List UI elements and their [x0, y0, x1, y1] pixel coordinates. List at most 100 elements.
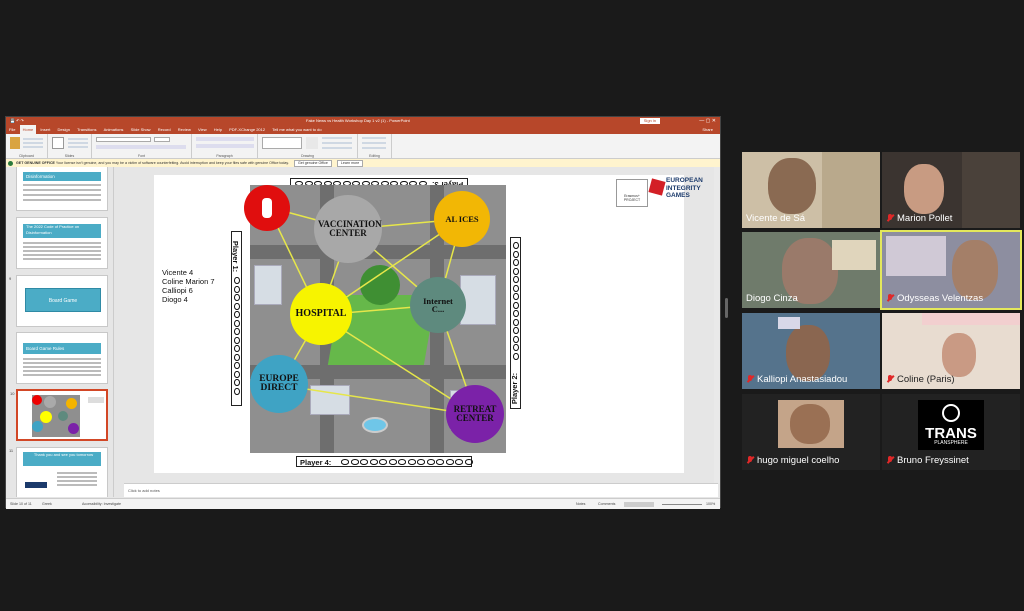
learn-more-button[interactable]: Learn more — [336, 160, 364, 167]
participant-name: Vicente de Sá — [746, 213, 805, 224]
comments-toggle[interactable]: Comments — [598, 499, 615, 510]
european-integrity-games-logo: Erasmus+ PROJECT EUROPEAN INTEGRITY GAME… — [616, 177, 703, 209]
game-node-retreat: RETREAT CENTER — [446, 385, 504, 443]
ribbon-tabs: File Home Insert Design Transitions Anim… — [6, 125, 720, 134]
tab-transitions[interactable]: Transitions — [74, 125, 99, 134]
tab-help[interactable]: Help — [211, 125, 225, 134]
participant-photo — [778, 400, 844, 448]
language-indicator[interactable]: Greek — [42, 499, 52, 510]
ribbon-group-editing[interactable]: Editing — [358, 134, 392, 159]
participant-tile[interactable]: Vicente de Sá — [742, 152, 880, 228]
logo-subtext: PLANSPHERE — [934, 440, 968, 446]
node-label: AL ICES — [445, 213, 479, 224]
genuine-office-notice: GET GENUINE OFFICE Your license isn't ge… — [6, 159, 720, 167]
game-node-internet: Internet C... — [410, 277, 466, 333]
erasmus-logo: Erasmus+ PROJECT — [616, 179, 648, 207]
player-1-track: Player 1: — [231, 231, 242, 406]
notes-pane[interactable]: Click to add notes — [124, 483, 718, 497]
participant-name: Bruno Freyssinet — [886, 455, 969, 466]
participant-tile[interactable]: Diogo Cinza — [742, 232, 880, 308]
participant-tile[interactable]: Kalliopi Anastasiadou — [742, 313, 880, 389]
node-label: RETREAT CENTER — [453, 404, 497, 423]
muted-mic-icon — [886, 456, 894, 464]
zoom-slider[interactable] — [662, 504, 702, 505]
accessibility-status[interactable]: Accessibility: Investigate — [82, 499, 121, 510]
node-label: Internet C... — [423, 295, 453, 314]
sign-in-button[interactable]: Sign in — [639, 118, 660, 124]
group-label: Editing — [369, 154, 380, 158]
thumb-title: Thank you and see you tomorrow — [23, 452, 101, 466]
slide-thumbnail[interactable]: 11 Thank you and see you tomorrow — [9, 447, 108, 497]
player-4-track: Player 4: — [296, 456, 473, 467]
participant-video — [952, 240, 998, 300]
participant-tile[interactable]: Coline (Paris) — [882, 313, 1020, 389]
slide-number: 11 — [9, 448, 14, 453]
tab-view[interactable]: View — [195, 125, 210, 134]
tab-pdf-xchange[interactable]: PDF-XChange 2012 — [226, 125, 268, 134]
globe-icon — [942, 404, 960, 422]
tab-review[interactable]: Review — [175, 125, 194, 134]
score-list: Vicente 4 Coline Marion 7 Calliopi 6 Dio… — [162, 268, 215, 304]
thumb-title: Disinformation — [23, 172, 101, 181]
ribbon: Clipboard Slides Font Paragraph Drawing … — [6, 134, 720, 159]
slide-thumbnail[interactable]: Disinformation — [16, 167, 108, 211]
node-label: HOSPITAL — [295, 308, 347, 319]
participant-name: Coline (Paris) — [886, 374, 955, 385]
group-label: Clipboard — [19, 154, 34, 158]
participant-name: Odysseas Velentzas — [886, 293, 983, 304]
game-node-yellow-right: AL ICES — [434, 191, 490, 247]
gallery-splitter[interactable] — [725, 298, 728, 318]
slide-thumbnail-selected[interactable]: 10 — [10, 389, 108, 441]
participant-tile[interactable]: Marion Pollet — [882, 152, 1020, 228]
tab-animations[interactable]: Animations — [101, 125, 127, 134]
game-node-vaccination: VACCINATION CENTER — [314, 195, 382, 263]
zoom-level[interactable]: 100% — [706, 499, 715, 510]
participant-name: hugo miguel coelho — [746, 455, 839, 466]
ribbon-group-font[interactable]: Font — [92, 134, 192, 159]
oval-slots — [341, 459, 473, 465]
get-genuine-button[interactable]: Get genuine Office — [293, 160, 332, 167]
node-label: VACCINATION CENTER — [318, 219, 382, 238]
tab-design[interactable]: Design — [55, 125, 73, 134]
tab-record[interactable]: Record — [155, 125, 174, 134]
ribbon-group-slides[interactable]: Slides — [48, 134, 92, 159]
notes-toggle[interactable]: Notes — [576, 499, 585, 510]
group-label: Paragraph — [216, 154, 233, 158]
participant-tile[interactable]: TRANS PLANSPHERE Bruno Freyssinet — [882, 394, 1020, 470]
muted-mic-icon — [746, 375, 754, 383]
player-2-track: Player 2: — [510, 237, 521, 409]
window-controls[interactable]: — ▢ ✕ — [699, 117, 716, 125]
participant-video — [942, 333, 976, 377]
logo-line: INTEGRITY — [666, 184, 701, 192]
tab-insert[interactable]: Insert — [37, 125, 53, 134]
ribbon-group-drawing[interactable]: Drawing — [258, 134, 358, 159]
vertical-scrollbar[interactable] — [714, 167, 720, 483]
thumb-title: Board Game — [25, 288, 101, 312]
slide-thumbnail[interactable]: 9 Board Game — [9, 275, 108, 327]
ribbon-group-paragraph[interactable]: Paragraph — [192, 134, 258, 159]
person-icon — [262, 198, 272, 218]
slide-thumbnail[interactable]: Board Game Rules — [16, 332, 108, 384]
participant-tile[interactable]: hugo miguel coelho — [742, 394, 880, 470]
score-item: Calliopi 6 — [162, 286, 193, 295]
tell-me-search[interactable]: Tell me what you want to do — [269, 125, 324, 134]
quick-access-toolbar[interactable]: 💾 ↶ ↷ — [10, 117, 24, 125]
participant-video — [904, 164, 944, 214]
participant-tile-active-speaker[interactable]: Odysseas Velentzas — [880, 230, 1022, 310]
tab-home[interactable]: Home — [19, 125, 37, 134]
slide-thumbnail[interactable]: The 2022 Code of Practice on Disinformat… — [16, 217, 108, 269]
view-buttons[interactable] — [624, 502, 654, 507]
participant-name: Marion Pollet — [886, 213, 952, 224]
slide-canvas[interactable]: Vicente 4 Coline Marion 7 Calliopi 6 Dio… — [154, 175, 703, 473]
participant-video — [768, 158, 816, 214]
info-icon — [8, 160, 13, 166]
tab-file[interactable]: File — [6, 125, 18, 134]
tab-slide-show[interactable]: Slide Show — [128, 125, 154, 134]
slide-thumbnails-panel[interactable]: Disinformation The 2022 Code of Practice… — [6, 167, 114, 497]
logo-line: EUROPEAN — [666, 177, 703, 184]
oval-slots — [234, 277, 240, 395]
ribbon-group-clipboard[interactable]: Clipboard — [6, 134, 48, 159]
slide-counter: Slide 10 of 11 — [10, 502, 32, 506]
share-button[interactable]: Share — [699, 125, 716, 134]
muted-mic-icon — [746, 456, 754, 464]
